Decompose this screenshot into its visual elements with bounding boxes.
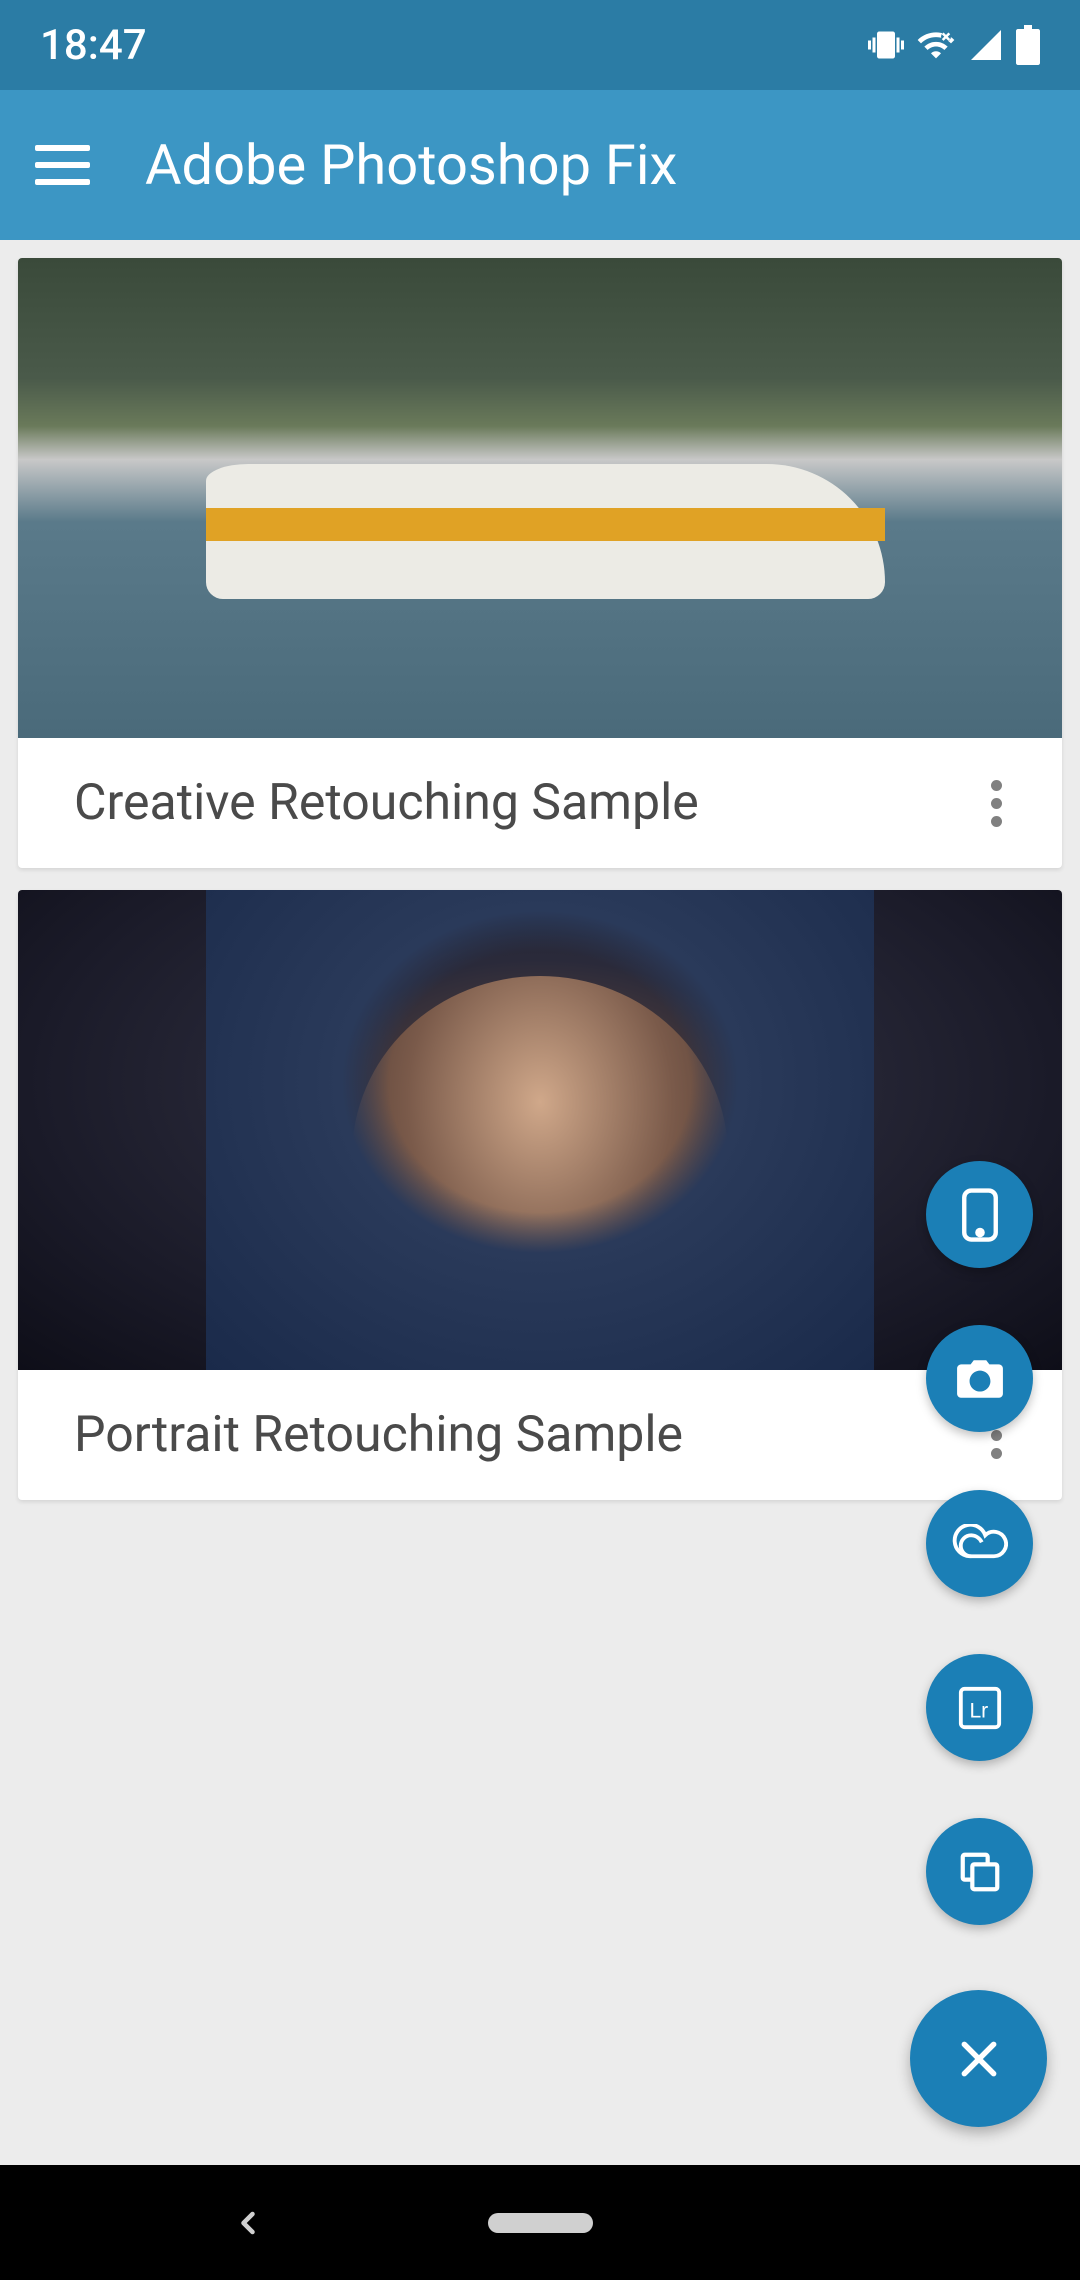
status-time: 18:47: [40, 21, 147, 70]
hamburger-line: [35, 179, 90, 185]
nav-bar: [0, 2165, 1080, 2280]
signal-icon: [968, 27, 1004, 63]
lightroom-icon: Lr: [957, 1685, 1003, 1731]
status-icons: [868, 25, 1040, 65]
more-options-button[interactable]: [981, 770, 1012, 837]
project-footer: Portrait Retouching Sample: [18, 1370, 1062, 1500]
svg-text:Lr: Lr: [969, 1699, 988, 1722]
fab-phone-button[interactable]: [926, 1161, 1033, 1268]
status-bar: 18:47: [0, 0, 1080, 90]
project-card[interactable]: Portrait Retouching Sample: [18, 890, 1062, 1500]
back-button[interactable]: [230, 2205, 266, 2241]
fab-creative-cloud-button[interactable]: [926, 1490, 1033, 1597]
home-pill[interactable]: [488, 2213, 593, 2233]
menu-button[interactable]: [35, 145, 90, 185]
close-icon: [957, 2037, 1001, 2081]
project-thumbnail[interactable]: [18, 890, 1062, 1370]
project-title: Portrait Retouching Sample: [74, 1406, 683, 1464]
phone-icon: [959, 1187, 1001, 1243]
app-title: Adobe Photoshop Fix: [145, 132, 677, 198]
app-bar: Adobe Photoshop Fix: [0, 90, 1080, 240]
fab-lightroom-button[interactable]: Lr: [926, 1654, 1033, 1761]
hamburger-line: [35, 145, 90, 151]
project-title: Creative Retouching Sample: [74, 774, 699, 832]
project-footer: Creative Retouching Sample: [18, 738, 1062, 868]
vibrate-icon: [868, 27, 904, 63]
fab-close-button[interactable]: [910, 1990, 1047, 2127]
camera-icon: [955, 1358, 1005, 1400]
fab-camera-button[interactable]: [926, 1325, 1033, 1432]
project-card[interactable]: Creative Retouching Sample: [18, 258, 1062, 868]
creative-cloud-icon: [952, 1524, 1008, 1564]
hamburger-line: [35, 162, 90, 168]
files-icon: [957, 1849, 1003, 1895]
battery-icon: [1016, 25, 1040, 65]
fab-files-button[interactable]: [926, 1818, 1033, 1925]
project-list: Creative Retouching Sample Portrait Reto…: [0, 240, 1080, 1500]
project-thumbnail[interactable]: [18, 258, 1062, 738]
wifi-icon: [916, 25, 956, 65]
